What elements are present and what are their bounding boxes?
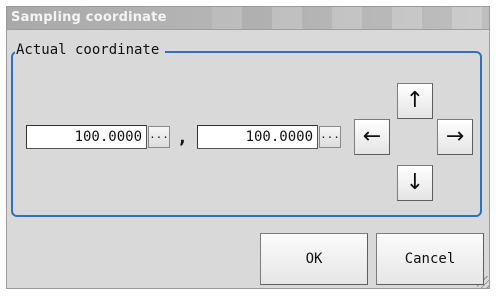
arrow-up-icon: ↑ (405, 88, 425, 113)
arrow-left-icon: ← (362, 124, 382, 149)
dialog-title: Sampling coordinate (11, 10, 167, 25)
arrow-down-button[interactable]: ↓ (397, 165, 433, 201)
cancel-button[interactable]: Cancel (376, 233, 484, 285)
y-ellipsis-button[interactable]: ... (319, 126, 341, 148)
x-coordinate-field[interactable]: 100.0000 (26, 125, 147, 149)
arrow-right-button[interactable]: → (437, 119, 473, 155)
x-ellipsis-button[interactable]: ... (148, 126, 170, 148)
arrow-left-button[interactable]: ← (354, 119, 390, 155)
coordinate-separator: , (177, 127, 188, 148)
group-label: Actual coordinate (15, 42, 166, 58)
y-coordinate-field[interactable]: 100.0000 (197, 125, 318, 149)
titlebar: Sampling coordinate (7, 7, 489, 30)
arrow-right-icon: → (445, 124, 465, 149)
titlebar-pattern (212, 7, 489, 29)
ok-button[interactable]: OK (260, 233, 368, 285)
arrow-up-button[interactable]: ↑ (397, 83, 433, 119)
arrow-down-icon: ↓ (405, 170, 425, 195)
